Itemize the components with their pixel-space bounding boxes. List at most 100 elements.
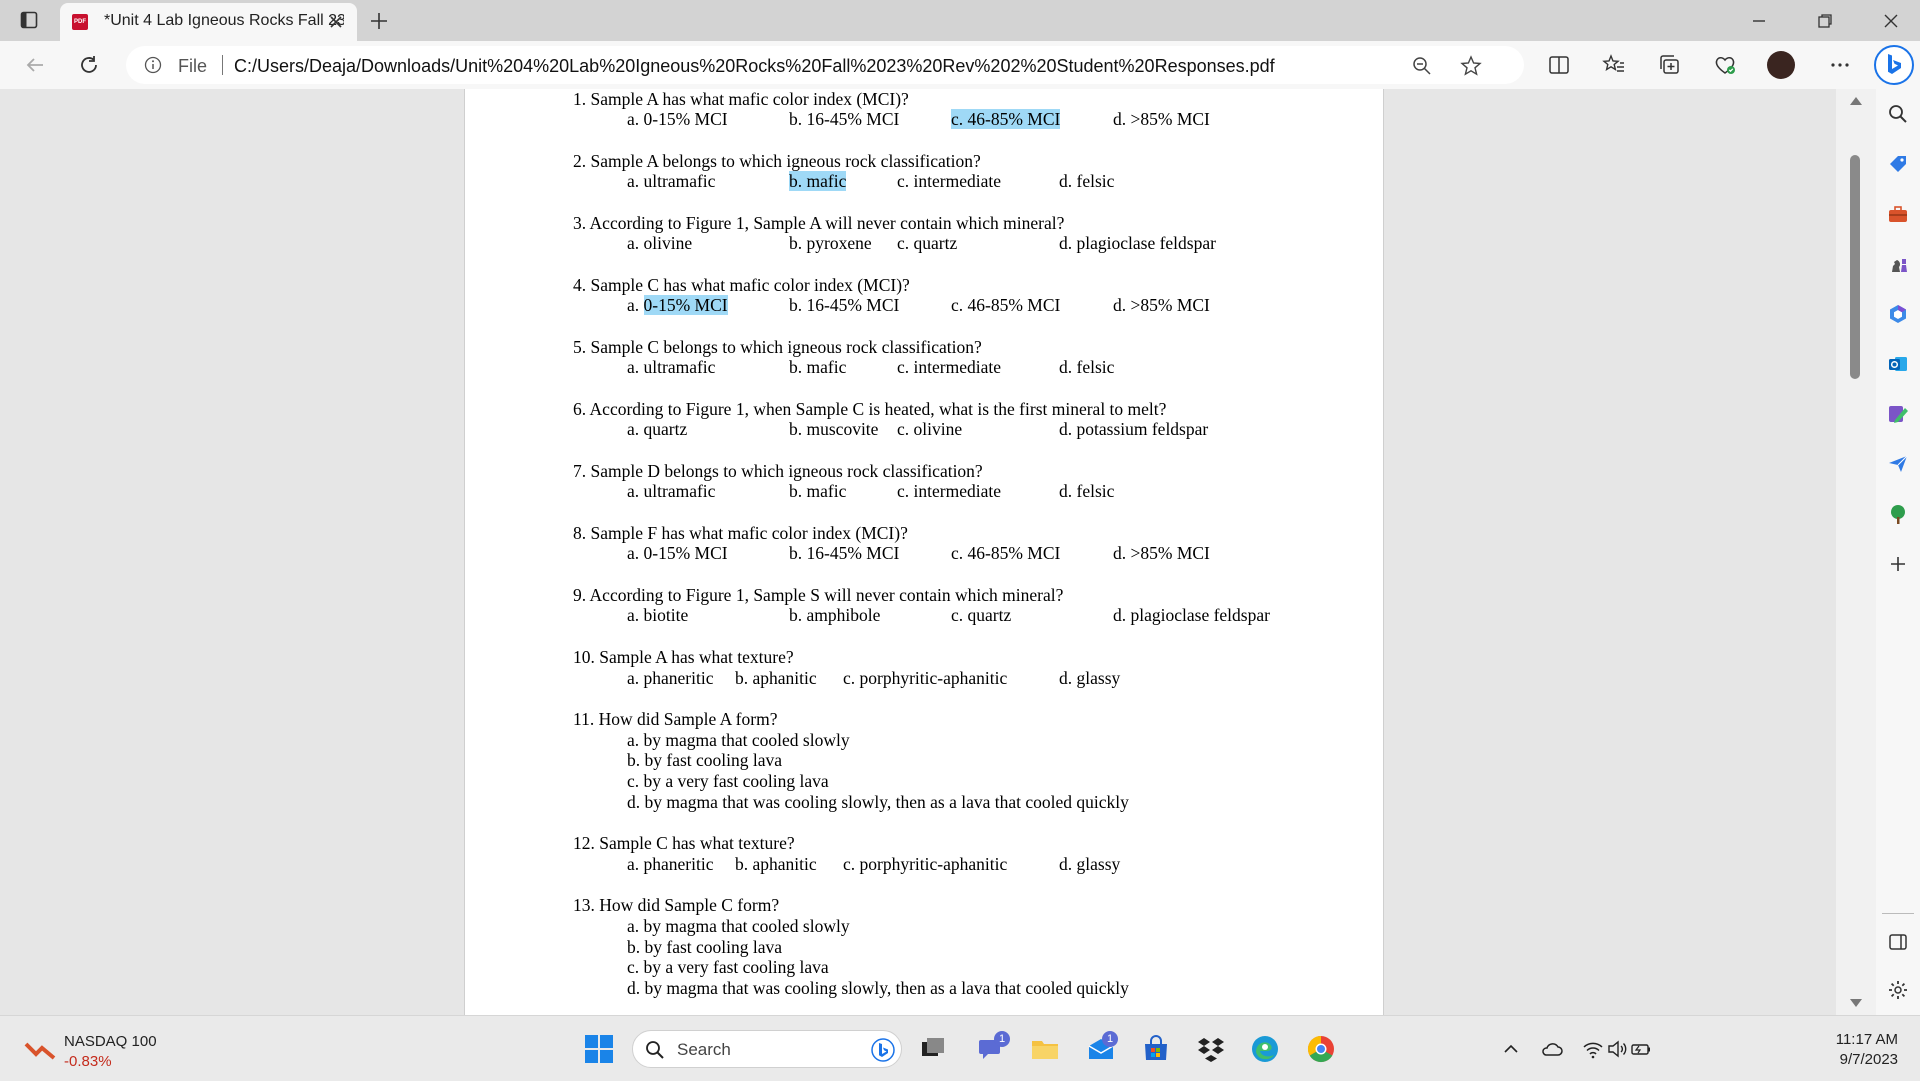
profile-avatar[interactable] <box>1767 51 1795 79</box>
question-4: 4. Sample C has what mafic color index (… <box>573 275 910 295</box>
q4-option-a-prefix: a. <box>627 295 644 315</box>
microsoft-store-icon[interactable] <box>1141 1034 1171 1064</box>
clock-time: 11:17 AM <box>1835 1031 1898 1048</box>
q2-option-d: d. felsic <box>1059 171 1115 191</box>
minimize-icon[interactable] <box>1750 12 1768 30</box>
favorite-star-icon[interactable] <box>1460 55 1482 77</box>
refresh-icon[interactable] <box>78 54 100 76</box>
vertical-scrollbar[interactable] <box>1836 89 1876 1015</box>
browser-tab[interactable]: PDF *Unit 4 Lab Igneous Rocks Fall 23 <box>60 3 357 41</box>
tree-icon[interactable] <box>1887 503 1909 525</box>
outlook-icon[interactable] <box>1887 353 1909 375</box>
shopping-tag-icon[interactable] <box>1887 153 1909 175</box>
q9-option-d: d. plagioclase feldspar <box>1113 605 1270 625</box>
q4-option-a-highlighted: a. 0-15% MCI <box>627 295 728 315</box>
pdf-viewer: 1. Sample A has what mafic color index (… <box>0 89 1836 1015</box>
onedrive-cloud-icon[interactable] <box>1541 1038 1563 1060</box>
q8-option-c: c. 46-85% MCI <box>951 543 1061 563</box>
show-hidden-icons-chevron-icon[interactable] <box>1500 1038 1522 1060</box>
q7-option-a: a. ultramafic <box>627 481 716 501</box>
q1-option-c-highlighted: c. 46-85% MCI <box>951 109 1061 129</box>
q5-option-d: d. felsic <box>1059 357 1115 377</box>
q9-option-c: c. quartz <box>951 605 1012 625</box>
system-tray: 11:17 AM 9/7/2023 <box>1500 1016 1920 1081</box>
pdf-page: 1. Sample A has what mafic color index (… <box>464 89 1384 1015</box>
q8-option-d: d. >85% MCI <box>1113 543 1210 563</box>
edge-browser-icon[interactable] <box>1250 1034 1280 1064</box>
new-tab-icon[interactable] <box>368 10 390 32</box>
more-options-icon[interactable] <box>1828 53 1852 77</box>
q11-option-d: d. by magma that was cooling slowly, the… <box>627 792 1129 812</box>
close-window-icon[interactable] <box>1882 12 1900 30</box>
split-screen-icon[interactable] <box>1547 53 1571 77</box>
taskbar-search[interactable]: Search <box>632 1030 902 1068</box>
restore-icon[interactable] <box>1816 12 1834 30</box>
q6-option-c: c. olivine <box>897 419 963 439</box>
volume-icon[interactable] <box>1606 1038 1628 1060</box>
q3-option-b: b. pyroxene <box>789 233 872 253</box>
q1-option-d: d. >85% MCI <box>1113 109 1210 129</box>
q4-option-a-highlight: 0-15% MCI <box>643 295 728 315</box>
q7-option-d: d. felsic <box>1059 481 1115 501</box>
scroll-up-arrow-icon[interactable] <box>1850 97 1862 105</box>
question-3: 3. According to Figure 1, Sample A will … <box>573 213 1065 233</box>
q2-option-c: c. intermediate <box>897 171 1001 191</box>
question-10: 10. Sample A has what texture? <box>573 647 794 667</box>
address-bar[interactable]: File C:/Users/Deaja/Downloads/Unit%204%2… <box>126 46 1524 84</box>
hide-sidebar-icon[interactable] <box>1887 931 1909 953</box>
info-icon[interactable] <box>144 56 162 74</box>
q8-option-b: b. 16-45% MCI <box>789 543 900 563</box>
edge-sidebar <box>1876 89 1920 1015</box>
scroll-thumb[interactable] <box>1850 155 1860 379</box>
scroll-down-arrow-icon[interactable] <box>1850 999 1862 1007</box>
q10-option-d: d. glassy <box>1059 668 1121 688</box>
q8-option-a: a. 0-15% MCI <box>627 543 728 563</box>
q9-option-a: a. biotite <box>627 605 689 625</box>
browser-essentials-icon[interactable] <box>1713 53 1737 77</box>
q3-option-c: c. quartz <box>897 233 958 253</box>
chrome-icon[interactable] <box>1306 1034 1336 1064</box>
collections-icon[interactable] <box>1658 53 1682 77</box>
q11-option-c: c. by a very fast cooling lava <box>627 771 829 791</box>
windows-start-icon[interactable] <box>584 1034 614 1064</box>
q13-option-d: d. by magma that was cooling slowly, the… <box>627 978 1129 998</box>
q4-option-b: b. 16-45% MCI <box>789 295 900 315</box>
task-view-icon[interactable] <box>918 1034 948 1064</box>
bing-copilot-icon[interactable] <box>1874 45 1914 85</box>
sidebar-search-icon[interactable] <box>1887 103 1909 125</box>
stock-change: -0.83% <box>64 1053 112 1070</box>
q6-option-a: a. quartz <box>627 419 688 439</box>
question-6: 6. According to Figure 1, when Sample C … <box>573 399 1167 419</box>
q7-option-b: b. mafic <box>789 481 847 501</box>
settings-gear-icon[interactable] <box>1887 979 1909 1001</box>
q10-option-a: a. phaneritic <box>627 668 714 688</box>
games-chess-icon[interactable] <box>1887 253 1909 275</box>
favorites-icon[interactable] <box>1602 53 1626 77</box>
battery-icon[interactable] <box>1630 1038 1652 1060</box>
q9-option-b: b. amphibole <box>789 605 881 625</box>
q5-option-a: a. ultramafic <box>627 357 716 377</box>
close-tab-icon[interactable] <box>328 14 344 30</box>
tools-briefcase-icon[interactable] <box>1887 203 1909 225</box>
tab-actions-icon[interactable] <box>20 11 38 29</box>
url-text[interactable]: C:/Users/Deaja/Downloads/Unit%204%20Lab%… <box>234 56 1275 77</box>
add-sidebar-app-icon[interactable] <box>1887 553 1909 575</box>
bing-search-icon <box>871 1038 895 1062</box>
q11-option-a: a. by magma that cooled slowly <box>627 730 850 750</box>
q3-option-a: a. olivine <box>627 233 693 253</box>
q13-option-b: b. by fast cooling lava <box>627 937 783 957</box>
send-plane-icon[interactable] <box>1887 453 1909 475</box>
stock-trend-down-icon <box>24 1040 56 1060</box>
question-13: 13. How did Sample C form? <box>573 895 780 915</box>
stock-name: NASDAQ 100 <box>64 1033 157 1050</box>
microsoft-365-icon[interactable] <box>1887 303 1909 325</box>
file-explorer-icon[interactable] <box>1030 1034 1060 1064</box>
q4-option-d: d. >85% MCI <box>1113 295 1210 315</box>
q10-option-b: b. aphanitic <box>735 668 817 688</box>
wifi-icon[interactable] <box>1582 1038 1604 1060</box>
back-arrow-icon[interactable] <box>24 54 46 76</box>
zoom-icon[interactable] <box>1412 56 1432 76</box>
designer-pen-icon[interactable] <box>1887 403 1909 425</box>
dropbox-icon[interactable] <box>1196 1034 1226 1064</box>
clock[interactable]: 11:17 AM 9/7/2023 <box>1836 1030 1898 1070</box>
